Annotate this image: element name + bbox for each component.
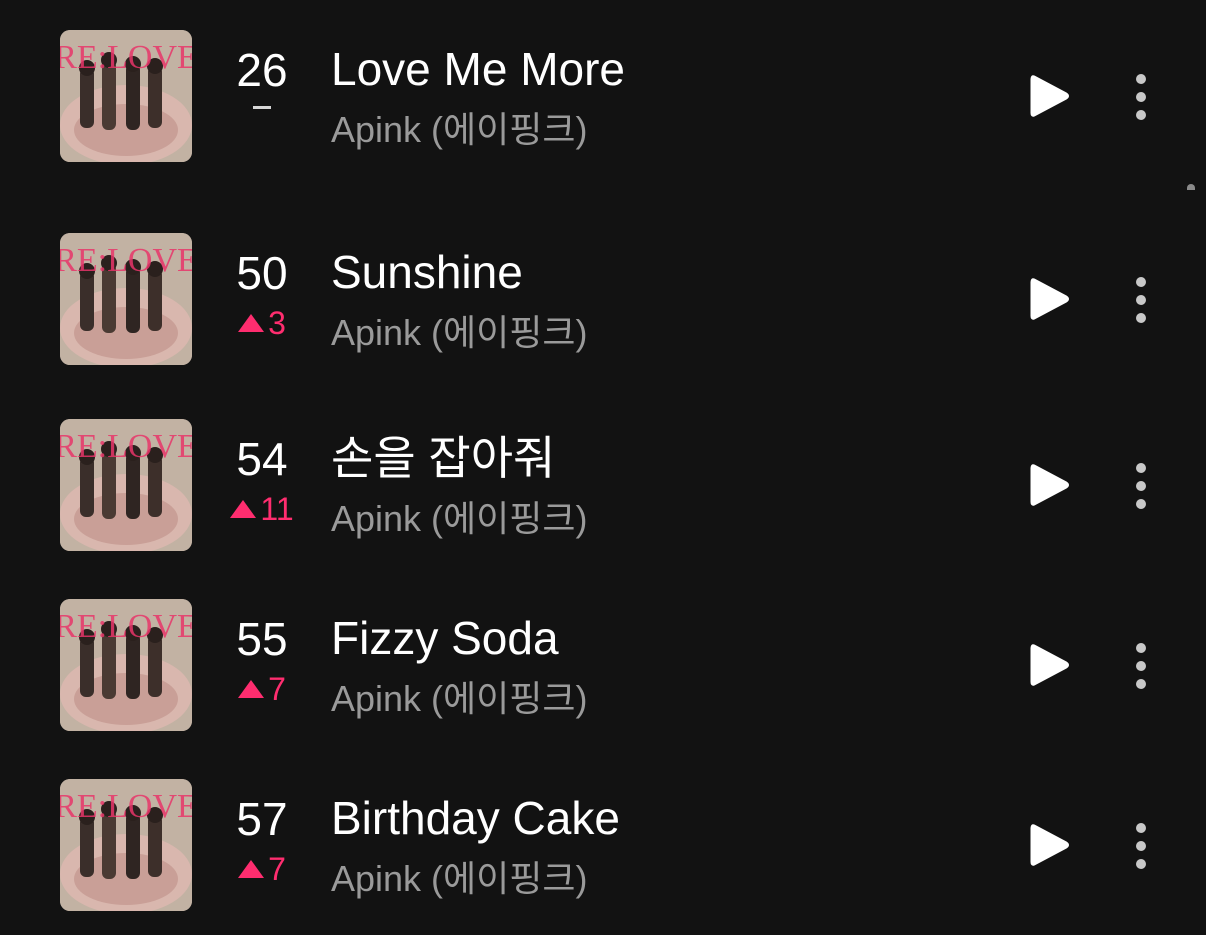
rank-block: 26 [218,44,306,109]
rank-block: 50 3 [218,247,306,341]
track-row[interactable]: RE:LOVE 50 3 Sunshine Apink (에이핑크) [0,229,1206,369]
album-cover-title: RE:LOVE [60,608,192,645]
rank-number: 55 [236,613,288,665]
album-cover-art: RE:LOVE [60,233,192,365]
play-icon [1030,464,1069,506]
rank-number: 26 [236,44,288,96]
album-cover-title: RE:LOVE [60,428,192,465]
rank-block: 55 7 [218,613,306,707]
album-cover-art: RE:LOVE [60,419,192,551]
dash-icon [253,106,271,109]
more-options-button[interactable] [1126,275,1156,325]
rank-change: 11 [218,491,306,527]
album-cover[interactable]: RE:LOVE [60,233,192,365]
scroll-indicator[interactable] [1187,184,1195,190]
play-button[interactable] [1028,822,1070,868]
triangle-up-icon [238,314,265,332]
triangle-up-icon [238,680,265,698]
album-cover-art: RE:LOVE [60,599,192,731]
album-cover-title: RE:LOVE [60,39,192,76]
play-button[interactable] [1028,462,1070,508]
rank-block: 54 11 [218,433,306,527]
play-button[interactable] [1028,73,1070,119]
rank-change-value: 3 [268,305,286,341]
rank-change: 7 [218,671,306,707]
track-title[interactable]: Fizzy Soda [331,612,559,664]
track-artist[interactable]: Apink (에이핑크) [331,679,588,719]
more-options-button[interactable] [1126,72,1156,122]
play-button[interactable] [1028,276,1070,322]
track-artist[interactable]: Apink (에이핑크) [331,313,588,353]
rank-number: 54 [236,433,288,485]
rank-change [218,102,306,109]
album-cover[interactable]: RE:LOVE [60,779,192,911]
track-artist[interactable]: Apink (에이핑크) [331,110,588,150]
play-icon [1030,278,1069,320]
rank-change-value: 7 [268,671,286,707]
rank-change-value: 11 [260,491,294,527]
track-chart-list: RE:LOVE 26 Love Me More Apink (에이핑크) RE:… [0,0,1206,935]
track-artist[interactable]: Apink (에이핑크) [331,859,588,899]
more-options-button[interactable] [1126,641,1156,691]
album-cover-title: RE:LOVE [60,788,192,825]
album-cover-art: RE:LOVE [60,779,192,911]
rank-change: 7 [218,851,306,887]
rank-change-value: 7 [268,851,286,887]
album-cover-title: RE:LOVE [60,242,192,279]
more-options-button[interactable] [1126,821,1156,871]
triangle-up-icon [230,500,257,518]
track-row[interactable]: RE:LOVE 54 11 손을 잡아줘 Apink (에이핑크) [0,415,1206,555]
album-cover[interactable]: RE:LOVE [60,419,192,551]
track-title[interactable]: Birthday Cake [331,792,620,844]
triangle-up-icon [238,860,265,878]
album-cover[interactable]: RE:LOVE [60,30,192,162]
play-icon [1030,824,1069,866]
track-row[interactable]: RE:LOVE 55 7 Fizzy Soda Apink (에이핑크) [0,595,1206,735]
track-row[interactable]: RE:LOVE 57 7 Birthday Cake Apink (에이핑크) [0,775,1206,915]
track-title[interactable]: Love Me More [331,43,625,95]
rank-change: 3 [218,305,306,341]
rank-block: 57 7 [218,793,306,887]
track-title[interactable]: Sunshine [331,246,523,298]
more-options-button[interactable] [1126,461,1156,511]
rank-number: 50 [236,247,288,299]
play-button[interactable] [1028,642,1070,688]
track-artist[interactable]: Apink (에이핑크) [331,499,588,539]
track-title[interactable]: 손을 잡아줘 [331,432,555,484]
rank-number: 57 [236,793,288,845]
track-row[interactable]: RE:LOVE 26 Love Me More Apink (에이핑크) [0,26,1206,166]
play-icon [1030,644,1069,686]
album-cover[interactable]: RE:LOVE [60,599,192,731]
album-cover-art: RE:LOVE [60,30,192,162]
play-icon [1030,75,1069,117]
